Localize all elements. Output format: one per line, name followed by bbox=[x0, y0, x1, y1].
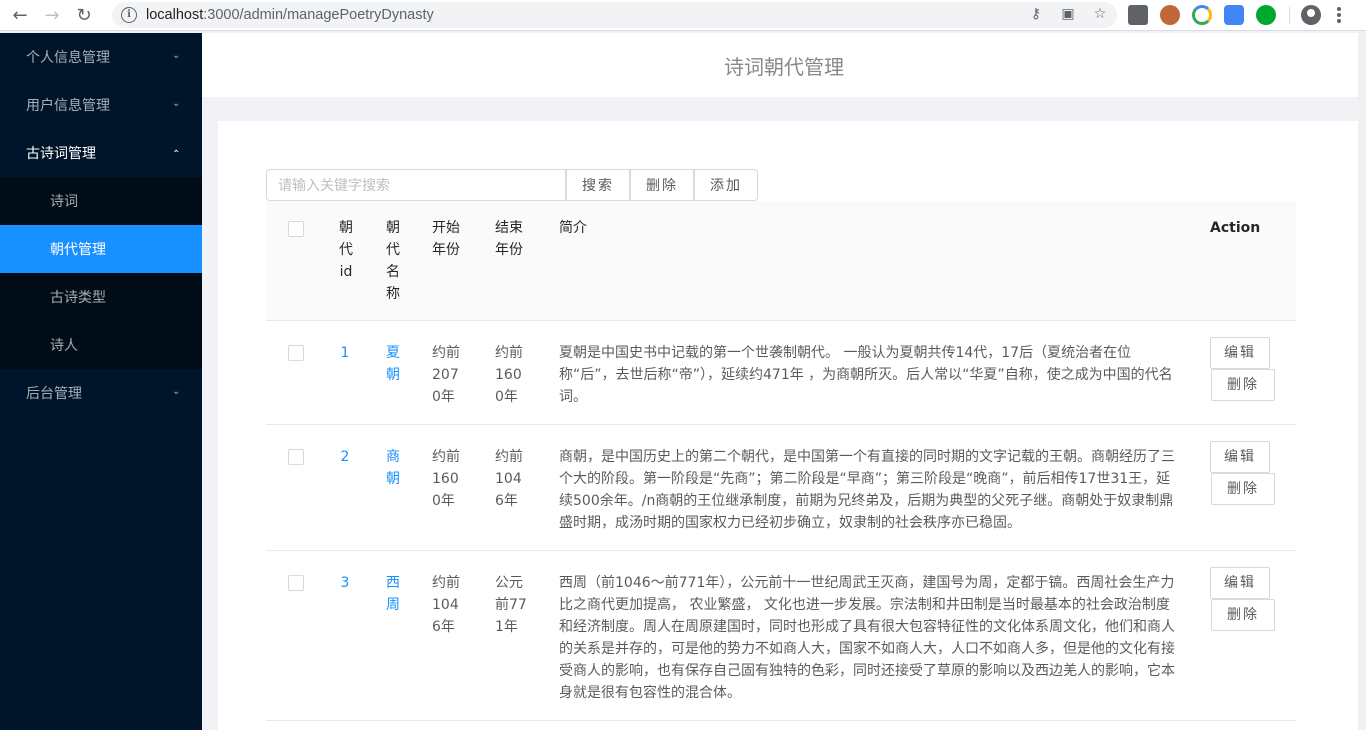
row-actions: 编辑 删除 bbox=[1210, 441, 1275, 505]
bulk-delete-button[interactable]: 删除 bbox=[630, 169, 694, 201]
delete-button[interactable]: 删除 bbox=[1211, 369, 1275, 401]
extension-evernote-icon[interactable] bbox=[1256, 5, 1276, 25]
sidebar-submenu-poetry: 诗词 朝代管理 古诗类型 诗人 bbox=[0, 177, 202, 369]
table-row: 1 夏朝 约前2070年 约前1600年 夏朝是中国史书中记载的第一个世袭制朝代… bbox=[266, 321, 1296, 425]
dynasty-name-link[interactable]: 夏朝 bbox=[386, 342, 408, 386]
sidebar-group-label: 后台管理 bbox=[26, 386, 82, 402]
edit-button[interactable]: 编辑 bbox=[1210, 441, 1270, 473]
chevron-down-icon: ⌄ bbox=[172, 98, 181, 109]
sidebar-group-user-info[interactable]: 用户信息管理 ⌄ bbox=[0, 81, 202, 129]
select-all-checkbox[interactable] bbox=[288, 221, 304, 237]
url-path: :3000/admin/managePoetryDynasty bbox=[203, 7, 434, 23]
sidebar-group-personal-info[interactable]: 个人信息管理 ⌄ bbox=[0, 33, 202, 81]
forward-icon[interactable]: → bbox=[40, 3, 64, 27]
extension-ring-icon[interactable] bbox=[1192, 5, 1212, 25]
dynasty-id-link[interactable]: 2 bbox=[338, 446, 352, 468]
page-header: 诗词朝代管理 bbox=[202, 33, 1366, 97]
table-toolbar: 请输入关键字搜索 搜索 删除 添加 bbox=[266, 169, 758, 201]
dynasty-intro: 西周（前1046～前771年），公元前十一世纪周武王灭商，建国号为周，定都于镐。… bbox=[559, 575, 1175, 701]
sidebar-group-label: 用户信息管理 bbox=[26, 98, 110, 114]
table-header: 朝代id 朝代名称 开始年份 结束年份 简介 Action bbox=[266, 201, 1296, 321]
dynasty-id-link[interactable]: 3 bbox=[338, 572, 352, 594]
extension-translate-icon[interactable] bbox=[1224, 5, 1244, 25]
extension-video-icon[interactable] bbox=[1128, 5, 1148, 25]
column-header-intro[interactable]: 简介 bbox=[559, 217, 1179, 239]
search-input[interactable]: 请输入关键字搜索 bbox=[266, 169, 566, 201]
sidebar-group-poetry[interactable]: 古诗词管理 ⌃ bbox=[0, 129, 202, 177]
dynasty-start-year: 约前1046年 bbox=[432, 575, 460, 635]
edit-button[interactable]: 编辑 bbox=[1210, 337, 1270, 369]
dynasty-name-link[interactable]: 西周 bbox=[386, 572, 408, 616]
dynasty-end-year: 约前1046年 bbox=[495, 449, 523, 509]
row-checkbox[interactable] bbox=[288, 345, 304, 361]
content-panel: 请输入关键字搜索 搜索 删除 添加 朝代id 朝代名称 开始年份 结束年份 简介… bbox=[218, 121, 1366, 730]
profile-avatar-icon[interactable] bbox=[1301, 5, 1321, 25]
add-button[interactable]: 添加 bbox=[694, 169, 758, 201]
dynasty-table: 朝代id 朝代名称 开始年份 结束年份 简介 Action 1 夏朝 约前207… bbox=[266, 201, 1296, 721]
column-header-start[interactable]: 开始年份 bbox=[432, 217, 464, 261]
chevron-down-icon: ⌄ bbox=[172, 386, 181, 397]
toolbar-divider bbox=[1289, 7, 1290, 24]
url-text[interactable]: localhost:3000/admin/managePoetryDynasty bbox=[146, 7, 434, 23]
table-row: 3 西周 约前1046年 公元前771年 西周（前1046～前771年），公元前… bbox=[266, 551, 1296, 721]
extension-tampermonkey-icon[interactable] bbox=[1160, 5, 1180, 25]
delete-button[interactable]: 删除 bbox=[1211, 473, 1275, 505]
translate-icon[interactable]: ▣ bbox=[1059, 5, 1077, 23]
browser-menu-icon[interactable] bbox=[1337, 7, 1341, 23]
row-checkbox[interactable] bbox=[288, 449, 304, 465]
row-actions: 编辑 删除 bbox=[1210, 337, 1275, 401]
sidebar-item-poems[interactable]: 诗词 bbox=[0, 177, 202, 225]
sidebar-item-poet[interactable]: 诗人 bbox=[0, 321, 202, 369]
dynasty-name-link[interactable]: 商朝 bbox=[386, 446, 408, 490]
sidebar-item-dynasty[interactable]: 朝代管理 bbox=[0, 225, 202, 273]
sidebar-group-label: 个人信息管理 bbox=[26, 50, 110, 66]
edit-button[interactable]: 编辑 bbox=[1210, 567, 1270, 599]
table-row: 2 商朝 约前1600年 约前1046年 商朝，是中国历史上的第二个朝代，是中国… bbox=[266, 425, 1296, 551]
dynasty-id-link[interactable]: 1 bbox=[338, 342, 352, 364]
dynasty-intro: 商朝，是中国历史上的第二个朝代，是中国第一个有直接的同时期的文字记载的王朝。商朝… bbox=[559, 449, 1175, 531]
sidebar-group-label: 古诗词管理 bbox=[26, 146, 96, 162]
row-actions: 编辑 删除 bbox=[1210, 567, 1275, 631]
sidebar: 个人信息管理 ⌄ 用户信息管理 ⌄ 古诗词管理 ⌃ 诗词 朝代管理 古诗类型 诗… bbox=[0, 33, 202, 730]
row-checkbox[interactable] bbox=[288, 575, 304, 591]
bookmark-star-icon[interactable]: ☆ bbox=[1091, 5, 1109, 23]
dynasty-start-year: 约前2070年 bbox=[432, 345, 460, 405]
chevron-down-icon: ⌄ bbox=[172, 50, 181, 61]
page-scrollbar[interactable] bbox=[1358, 33, 1366, 730]
site-info-icon[interactable]: i bbox=[121, 7, 137, 23]
column-header-end[interactable]: 结束年份 bbox=[495, 217, 527, 261]
page-title: 诗词朝代管理 bbox=[724, 54, 844, 79]
back-icon[interactable]: ← bbox=[8, 3, 32, 27]
dynasty-start-year: 约前1600年 bbox=[432, 449, 460, 509]
column-header-action: Action bbox=[1210, 220, 1261, 236]
reload-icon[interactable]: ↻ bbox=[72, 3, 96, 27]
address-bar[interactable]: i localhost:3000/admin/managePoetryDynas… bbox=[112, 2, 1117, 28]
dynasty-intro: 夏朝是中国史书中记载的第一个世袭制朝代。 一般认为夏朝共传14代，17后（夏统治… bbox=[559, 345, 1173, 405]
dynasty-end-year: 约前1600年 bbox=[495, 345, 523, 405]
browser-toolbar: ← → ↻ i localhost:3000/admin/managePoetr… bbox=[0, 0, 1366, 31]
key-icon[interactable]: ⚷ bbox=[1027, 5, 1045, 23]
url-host: localhost bbox=[146, 7, 204, 23]
column-header-name[interactable]: 朝代名称 bbox=[386, 217, 402, 305]
column-header-id[interactable]: 朝代id bbox=[338, 217, 354, 283]
search-button[interactable]: 搜索 bbox=[566, 169, 630, 201]
delete-button[interactable]: 删除 bbox=[1211, 599, 1275, 631]
sidebar-group-backend[interactable]: 后台管理 ⌄ bbox=[0, 369, 202, 417]
chevron-up-icon: ⌃ bbox=[172, 149, 181, 160]
sidebar-item-poem-type[interactable]: 古诗类型 bbox=[0, 273, 202, 321]
dynasty-end-year: 公元前771年 bbox=[495, 575, 527, 635]
